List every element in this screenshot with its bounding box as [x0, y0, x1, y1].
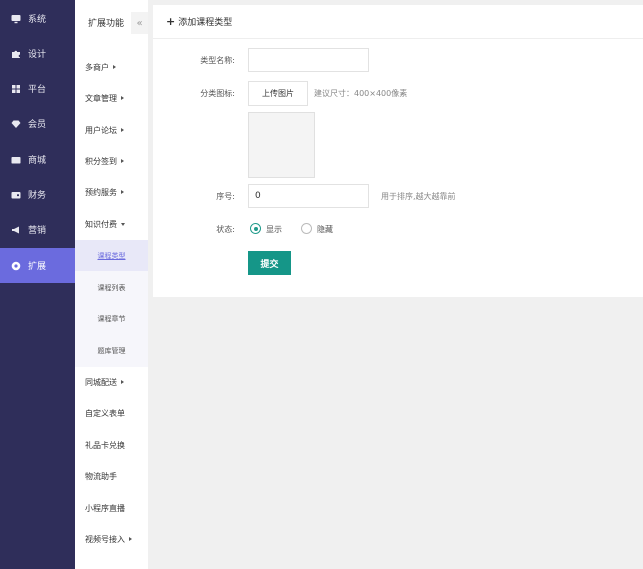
sub-nav-label: 视频号接入	[85, 534, 125, 544]
main-nav-item-system[interactable]: 系统	[0, 1, 75, 36]
order-label: 序号:	[216, 192, 235, 201]
double-chevron-left-icon: «	[136, 17, 143, 29]
sub-nav-item-booking[interactable]: 预约服务	[75, 177, 148, 207]
main-nav-item-member[interactable]: 会员	[0, 106, 75, 141]
sub-nav-label: 同城配送	[85, 377, 117, 387]
icon-label: 分类图标:	[200, 89, 235, 98]
main-nav-item-finance[interactable]: 财务	[0, 177, 75, 212]
main-nav-label: 财务	[28, 191, 47, 201]
sub-nav-label: 小程序直播	[85, 503, 125, 513]
sub-nav-label: 知识付费	[85, 219, 117, 229]
caret-right-icon	[121, 96, 124, 100]
type-name-label: 类型名称:	[200, 56, 235, 65]
caret-right-icon	[129, 537, 132, 541]
mail-icon	[11, 155, 21, 165]
sub-nav-item-gift-card[interactable]: 礼品卡兑换	[75, 430, 148, 460]
main-nav-item-design[interactable]: 设计	[0, 36, 75, 71]
main-nav-label: 平台	[28, 85, 47, 95]
sub-nav-item-articles[interactable]: 文章管理	[75, 83, 148, 113]
sub-sidebar-title: 扩展功能	[88, 19, 125, 29]
megaphone-icon	[11, 225, 21, 235]
sub-nav-item-merchant[interactable]: 多商户	[75, 52, 148, 82]
main-nav-item-shop[interactable]: 商城	[0, 142, 75, 177]
order-hint: 用于排序,越大越靠前	[381, 192, 456, 201]
status-show-label: 显示	[266, 225, 282, 234]
status-label: 状态:	[216, 225, 235, 234]
diamond-icon	[11, 119, 21, 129]
sub-sidebar: 扩展功能 « 多商户 文章管理 用户论坛 积分签到 预约服务 知识付费 课程类型…	[75, 0, 148, 569]
sub-nav-label: 文章管理	[85, 93, 117, 103]
caret-right-icon	[121, 159, 124, 163]
wallet-icon	[11, 190, 21, 200]
sub-nav-item-custom-form[interactable]: 自定义表单	[75, 398, 148, 428]
sub-nav-item-live[interactable]: 小程序直播	[75, 493, 148, 523]
main-nav-label: 设计	[28, 50, 47, 60]
sub-item-course-list[interactable]: 课程列表	[75, 272, 148, 303]
knowledge-submenu: 课程类型 课程列表 课程章节 题库管理	[75, 240, 148, 367]
panel-header: + 添加课程类型	[153, 5, 643, 39]
sub-nav-label: 用户论坛	[85, 125, 117, 135]
sub-nav-item-delivery[interactable]: 同城配送	[75, 367, 148, 397]
caret-right-icon	[121, 380, 124, 384]
sub-nav-label: 预约服务	[85, 187, 117, 197]
page-title: 添加课程类型	[178, 18, 233, 28]
sub-nav-item-forum[interactable]: 用户论坛	[75, 115, 148, 145]
form-panel: + 添加课程类型 类型名称: 分类图标: 上传图片 建议尺寸：400×400像素…	[153, 5, 643, 297]
upload-hint: 建议尺寸：400×400像素	[314, 89, 408, 98]
caret-down-icon	[121, 222, 125, 226]
sub-item-course-chapter[interactable]: 课程章节	[75, 303, 148, 334]
main-nav-label: 系统	[28, 15, 47, 25]
sub-item-question-bank[interactable]: 题库管理	[75, 335, 148, 366]
sub-nav-label: 礼品卡兑换	[85, 440, 125, 450]
cloud-icon	[11, 261, 21, 271]
type-name-input[interactable]	[248, 48, 369, 72]
main-nav-item-platform[interactable]: 平台	[0, 71, 75, 106]
sub-nav-label: 多商户	[85, 62, 109, 72]
image-preview[interactable]	[248, 112, 315, 178]
collapse-button[interactable]: «	[131, 12, 148, 34]
plus-icon: +	[166, 15, 176, 28]
sub-nav-label: 积分签到	[85, 156, 117, 166]
sub-item-course-type[interactable]: 课程类型	[75, 240, 148, 271]
status-show-radio[interactable]	[250, 223, 261, 234]
main-nav-label: 商城	[28, 156, 47, 166]
caret-right-icon	[121, 190, 124, 194]
puzzle-icon	[11, 49, 21, 59]
sub-nav-item-checkin[interactable]: 积分签到	[75, 146, 148, 176]
sub-nav-item-channels[interactable]: 视频号接入	[75, 524, 148, 554]
caret-right-icon	[121, 128, 124, 132]
sub-nav-item-logistics[interactable]: 物流助手	[75, 461, 148, 491]
main-nav-label: 会员	[28, 120, 47, 130]
main-nav-label: 营销	[28, 226, 47, 236]
sub-nav-item-knowledge[interactable]: 知识付费	[75, 209, 148, 239]
grid-icon	[11, 84, 21, 94]
caret-right-icon	[113, 65, 116, 69]
monitor-icon	[11, 14, 21, 24]
main-nav-item-marketing[interactable]: 营销	[0, 212, 75, 247]
status-hide-radio[interactable]	[301, 223, 312, 234]
sub-nav-label: 物流助手	[85, 471, 117, 481]
order-input[interactable]	[248, 184, 369, 208]
main-nav-item-extension[interactable]: 扩展	[0, 248, 75, 283]
main-sidebar: 系统 设计 平台 会员 商城 财务 营销 扩展	[0, 0, 75, 569]
submit-button[interactable]: 提交	[248, 251, 291, 275]
status-hide-label: 隐藏	[317, 225, 333, 234]
main-nav-label: 扩展	[28, 262, 47, 272]
sub-nav-label: 自定义表单	[85, 408, 125, 418]
upload-image-button[interactable]: 上传图片	[248, 81, 308, 106]
